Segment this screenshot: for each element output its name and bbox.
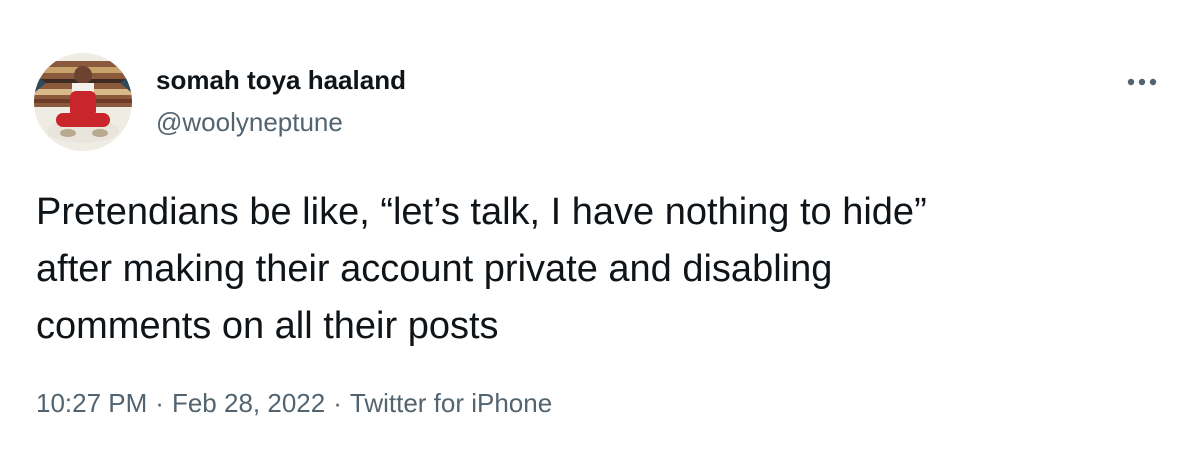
more-options-button[interactable] <box>1118 62 1166 102</box>
avatar-photo <box>34 53 132 151</box>
tweet-card: somah toya haaland @woolyneptune Pretend… <box>0 0 1200 454</box>
author-handle[interactable]: @woolyneptune <box>156 106 343 138</box>
tweet-text-line: comments on all their posts <box>36 305 499 347</box>
meta-separator: · <box>333 388 342 418</box>
tweet-time-link[interactable]: 10:27 PM <box>36 388 147 418</box>
avatar[interactable] <box>34 53 132 151</box>
meta-separator: · <box>155 388 164 418</box>
tweet-date-link[interactable]: Feb 28, 2022 <box>172 388 325 418</box>
tweet-text-line: Pretendians be like, “let’s talk, I have… <box>36 191 927 233</box>
author-display-name[interactable]: somah toya haaland <box>156 64 406 96</box>
tweet-metadata: 10:27 PM · Feb 28, 2022 · Twitter for iPhone <box>36 386 552 420</box>
tweet-text: Pretendians be like, “let’s talk, I have… <box>36 184 1166 355</box>
more-horizontal-icon <box>1127 78 1157 86</box>
tweet-source-link[interactable]: Twitter for iPhone <box>350 388 552 418</box>
tweet-text-line: after making their account private and d… <box>36 248 833 290</box>
